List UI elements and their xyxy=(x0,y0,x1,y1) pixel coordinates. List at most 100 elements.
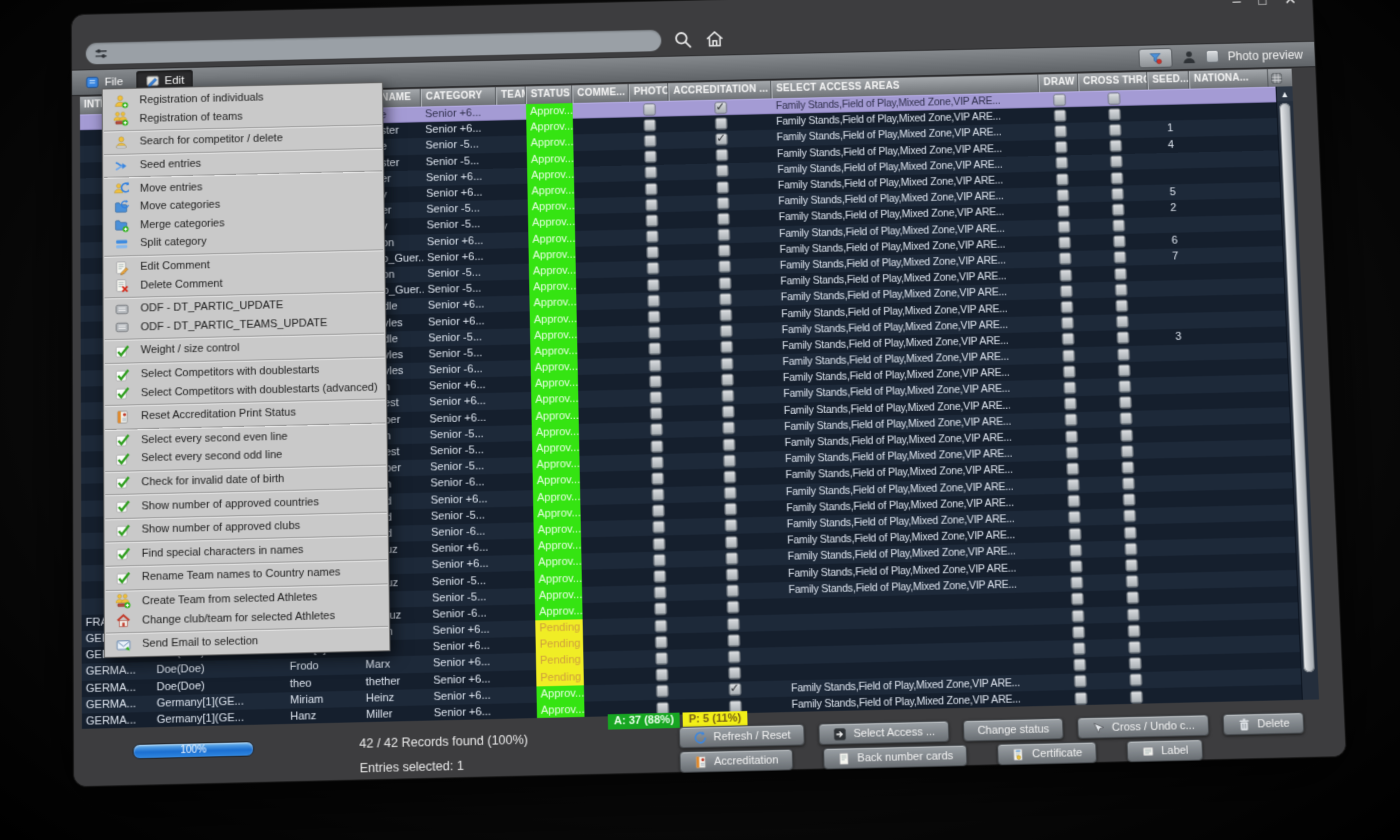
draw-checkbox[interactable] xyxy=(1062,349,1075,362)
cross-checkbox[interactable] xyxy=(1108,124,1121,136)
cross-checkbox[interactable] xyxy=(1109,140,1122,152)
photo-checkbox[interactable] xyxy=(646,246,659,259)
draw-checkbox[interactable] xyxy=(1067,495,1080,508)
cross-checkbox[interactable] xyxy=(1115,300,1128,313)
cross-checkbox[interactable] xyxy=(1116,316,1129,329)
photo-checkbox[interactable] xyxy=(655,652,668,665)
draw-checkbox[interactable] xyxy=(1074,692,1087,705)
column-header-draw[interactable]: DRAW xyxy=(1038,74,1078,93)
draw-checkbox[interactable] xyxy=(1061,333,1074,346)
cross-checkbox[interactable] xyxy=(1125,559,1138,572)
column-header-photo[interactable]: PHOTO xyxy=(629,83,669,102)
draw-checkbox[interactable] xyxy=(1057,205,1070,217)
delete-button[interactable]: Delete xyxy=(1223,712,1305,735)
column-header-seed[interactable]: SEED... xyxy=(1147,71,1189,90)
column-header-status[interactable]: STATUS xyxy=(526,85,573,104)
label-button[interactable]: Label xyxy=(1126,739,1203,762)
cross-checkbox[interactable] xyxy=(1121,461,1134,474)
draw-checkbox[interactable] xyxy=(1069,544,1082,557)
photo-checkbox[interactable] xyxy=(646,262,659,275)
accred-checkbox[interactable] xyxy=(720,357,733,370)
accred-checkbox[interactable] xyxy=(724,503,737,516)
cross-checkbox[interactable] xyxy=(1111,188,1124,200)
refresh-reset-button[interactable]: Refresh / Reset xyxy=(679,724,805,748)
cross-checkbox[interactable] xyxy=(1128,657,1141,670)
photo-checkbox[interactable] xyxy=(650,440,663,453)
cross-checkbox[interactable] xyxy=(1117,364,1130,377)
change-status-button[interactable]: Change status xyxy=(963,718,1064,742)
draw-checkbox[interactable] xyxy=(1064,414,1077,427)
accred-checkbox[interactable] xyxy=(716,165,729,177)
photo-checkbox[interactable] xyxy=(647,311,660,324)
cross-checkbox[interactable] xyxy=(1116,332,1129,345)
draw-checkbox[interactable] xyxy=(1056,189,1069,201)
accred-checkbox[interactable] xyxy=(719,309,732,322)
accred-checkbox[interactable] xyxy=(717,213,730,225)
close-button[interactable]: ✕ xyxy=(1284,0,1297,7)
photo-checkbox[interactable] xyxy=(652,505,665,518)
photo-checkbox[interactable] xyxy=(654,636,667,649)
accred-checkbox[interactable] xyxy=(720,341,733,354)
cross-checkbox[interactable] xyxy=(1107,92,1120,104)
draw-checkbox[interactable] xyxy=(1058,253,1071,266)
photo-checkbox[interactable] xyxy=(650,424,663,437)
accred-checkbox[interactable] xyxy=(728,667,741,680)
draw-checkbox[interactable] xyxy=(1054,125,1067,137)
column-header-cross[interactable]: CROSS THRO... xyxy=(1078,72,1148,91)
draw-checkbox[interactable] xyxy=(1073,675,1086,688)
cross-checkbox[interactable] xyxy=(1120,429,1133,442)
column-header-team[interactable]: TEAM xyxy=(496,87,526,105)
photo-checkbox[interactable] xyxy=(655,685,668,698)
filter-button[interactable] xyxy=(1138,47,1172,67)
scrollbar-up-arrow[interactable]: ▲ xyxy=(1276,86,1292,101)
draw-checkbox[interactable] xyxy=(1064,398,1077,411)
accred-checkbox[interactable] xyxy=(722,438,735,451)
draw-checkbox[interactable] xyxy=(1053,109,1066,121)
photo-checkbox[interactable] xyxy=(649,375,662,388)
accred-checkbox[interactable] xyxy=(715,149,728,161)
photo-checkbox[interactable] xyxy=(647,278,660,291)
draw-checkbox[interactable] xyxy=(1068,528,1081,541)
draw-checkbox[interactable] xyxy=(1056,173,1069,185)
photo-checkbox[interactable] xyxy=(653,586,666,599)
accred-checkbox[interactable] xyxy=(721,373,734,386)
accred-checkbox[interactable] xyxy=(714,101,727,113)
draw-checkbox[interactable] xyxy=(1069,560,1082,573)
cross-checkbox[interactable] xyxy=(1126,608,1139,621)
search-icon[interactable] xyxy=(673,30,693,50)
photo-checkbox[interactable] xyxy=(655,669,668,682)
cross-checkbox[interactable] xyxy=(1114,284,1127,297)
accred-checkbox[interactable] xyxy=(727,618,740,631)
accred-checkbox[interactable] xyxy=(718,261,731,274)
photo-checkbox[interactable] xyxy=(649,407,662,420)
draw-checkbox[interactable] xyxy=(1059,269,1072,282)
cross-checkbox[interactable] xyxy=(1113,252,1126,265)
accred-checkbox[interactable] xyxy=(719,293,732,306)
draw-checkbox[interactable] xyxy=(1065,430,1078,443)
photo-checkbox[interactable] xyxy=(651,489,664,502)
accred-checkbox[interactable] xyxy=(723,454,736,467)
cross-checkbox[interactable] xyxy=(1128,641,1141,654)
column-header-comment[interactable]: COMME... xyxy=(572,84,629,103)
draw-checkbox[interactable] xyxy=(1058,237,1071,250)
accred-checkbox[interactable] xyxy=(714,117,727,129)
certificate-button[interactable]: Certificate xyxy=(997,742,1096,766)
menu-item-send-email-to-selection[interactable]: Send Email to selection xyxy=(105,629,390,655)
cross-checkbox[interactable] xyxy=(1126,592,1139,605)
cross-checkbox[interactable] xyxy=(1123,526,1136,539)
cross-undo-c-button[interactable]: Cross / Undo c... xyxy=(1077,714,1209,739)
cross-checkbox[interactable] xyxy=(1122,477,1135,490)
cross-checkbox[interactable] xyxy=(1110,172,1123,184)
cross-checkbox[interactable] xyxy=(1127,624,1140,637)
draw-checkbox[interactable] xyxy=(1055,157,1068,169)
cross-checkbox[interactable] xyxy=(1111,204,1124,216)
column-header-category[interactable]: CATEGORY xyxy=(421,87,497,106)
cross-checkbox[interactable] xyxy=(1113,235,1126,247)
cross-checkbox[interactable] xyxy=(1117,348,1130,361)
photo-checkbox[interactable] xyxy=(653,570,666,583)
accred-checkbox[interactable] xyxy=(726,601,739,614)
photo-checkbox[interactable] xyxy=(652,521,665,534)
photo-checkbox[interactable] xyxy=(647,295,660,308)
cross-checkbox[interactable] xyxy=(1108,108,1121,120)
accred-checkbox[interactable] xyxy=(718,245,731,258)
